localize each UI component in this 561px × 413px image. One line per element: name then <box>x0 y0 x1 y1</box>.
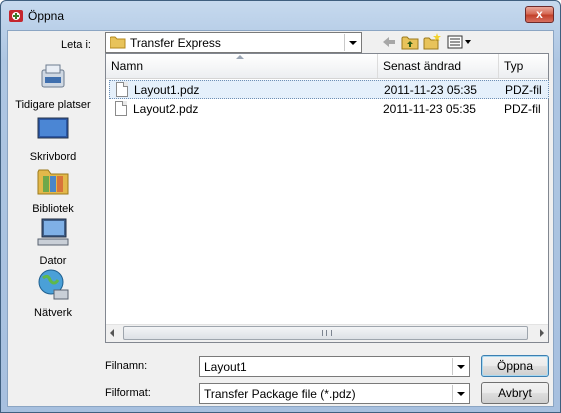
format-label: Filformat: <box>105 387 151 399</box>
back-arrow-icon[interactable] <box>379 32 399 52</box>
format-value: Transfer Package file (*.pdz) <box>204 387 356 401</box>
chevron-down-icon[interactable] <box>344 34 360 51</box>
libraries-icon <box>37 169 69 195</box>
folder-icon <box>110 36 126 49</box>
open-file-dialog: Öppna x Leta i: Transfer Express Tidigar… <box>0 0 561 413</box>
file-modified: 2011-11-23 05:35 <box>383 102 476 116</box>
look-in-dropdown[interactable]: Transfer Express <box>105 32 362 53</box>
sort-ascending-icon <box>236 55 244 59</box>
place-network[interactable]: Nätverk <box>8 268 98 319</box>
column-name-label: Namn <box>111 59 144 73</box>
filename-input[interactable]: Layout1 <box>199 356 470 377</box>
up-folder-icon[interactable] <box>400 32 420 52</box>
place-recent-label: Tidigare platser <box>15 99 91 111</box>
scroll-right-icon[interactable] <box>540 329 544 337</box>
scroll-left-icon[interactable] <box>110 329 114 337</box>
file-icon <box>115 101 127 116</box>
file-icon <box>116 82 128 97</box>
window-title: Öppna <box>28 9 65 23</box>
desktop-icon <box>37 117 69 139</box>
scrollbar-thumb[interactable] <box>123 326 528 340</box>
filename-label: Filnamn: <box>105 360 148 372</box>
place-desktop-label: Skrivbord <box>29 151 77 163</box>
format-dropdown[interactable]: Transfer Package file (*.pdz) <box>199 383 470 404</box>
file-list[interactable]: Namn Senast ändrad Typ Layout1.pdz 2011-… <box>105 53 549 343</box>
cancel-button[interactable]: Avbryt <box>481 382 549 404</box>
file-modified: 2011-11-23 05:35 <box>384 83 477 97</box>
title-bar[interactable]: Öppna x <box>1 1 560 31</box>
place-network-label: Nätverk <box>34 307 72 319</box>
dialog-body: Leta i: Transfer Express Tidigare platse… <box>7 30 554 407</box>
open-button-label: Öppna <box>496 359 534 373</box>
places-bar: Tidigare platser Skrivbord Bibliotek Dat… <box>8 53 98 323</box>
place-libraries-label: Bibliotek <box>32 203 74 215</box>
file-type: PDZ-fil <box>504 102 541 116</box>
list-header: Namn Senast ändrad Typ <box>106 54 548 79</box>
cancel-button-label: Avbryt <box>498 386 532 400</box>
file-name: Layout2.pdz <box>133 102 199 116</box>
place-computer[interactable]: Dator <box>8 216 98 267</box>
network-icon <box>38 269 69 300</box>
column-modified-label: Senast ändrad <box>383 59 462 73</box>
new-folder-icon[interactable] <box>422 32 442 52</box>
app-icon <box>9 10 23 22</box>
place-libraries[interactable]: Bibliotek <box>8 164 98 215</box>
file-type: PDZ-fil <box>505 83 542 97</box>
filename-value: Layout1 <box>204 360 247 374</box>
computer-icon <box>37 218 69 246</box>
close-button[interactable]: x <box>525 6 554 23</box>
look-in-value: Transfer Express <box>130 36 221 50</box>
column-modified[interactable]: Senast ändrad <box>378 54 499 78</box>
place-desktop[interactable]: Skrivbord <box>8 112 98 163</box>
column-name[interactable]: Namn <box>106 54 378 78</box>
open-button[interactable]: Öppna <box>481 355 549 377</box>
close-icon: x <box>536 7 543 21</box>
place-computer-label: Dator <box>39 255 67 267</box>
column-type[interactable]: Typ <box>499 54 550 78</box>
file-name: Layout1.pdz <box>134 83 200 97</box>
list-item[interactable]: Layout2.pdz 2011-11-23 05:35 PDZ-fil <box>109 100 549 119</box>
grip-icon <box>321 330 332 336</box>
view-menu-icon[interactable] <box>446 32 472 52</box>
look-in-label: Leta i: <box>61 39 91 51</box>
chevron-down-icon[interactable] <box>452 385 468 402</box>
recent-places-icon <box>41 64 65 88</box>
place-recent[interactable]: Tidigare platser <box>8 60 98 111</box>
list-item[interactable]: Layout1.pdz 2011-11-23 05:35 PDZ-fil <box>109 80 549 99</box>
chevron-down-icon[interactable] <box>452 358 468 375</box>
horizontal-scrollbar[interactable] <box>106 324 548 342</box>
column-type-label: Typ <box>504 59 524 73</box>
